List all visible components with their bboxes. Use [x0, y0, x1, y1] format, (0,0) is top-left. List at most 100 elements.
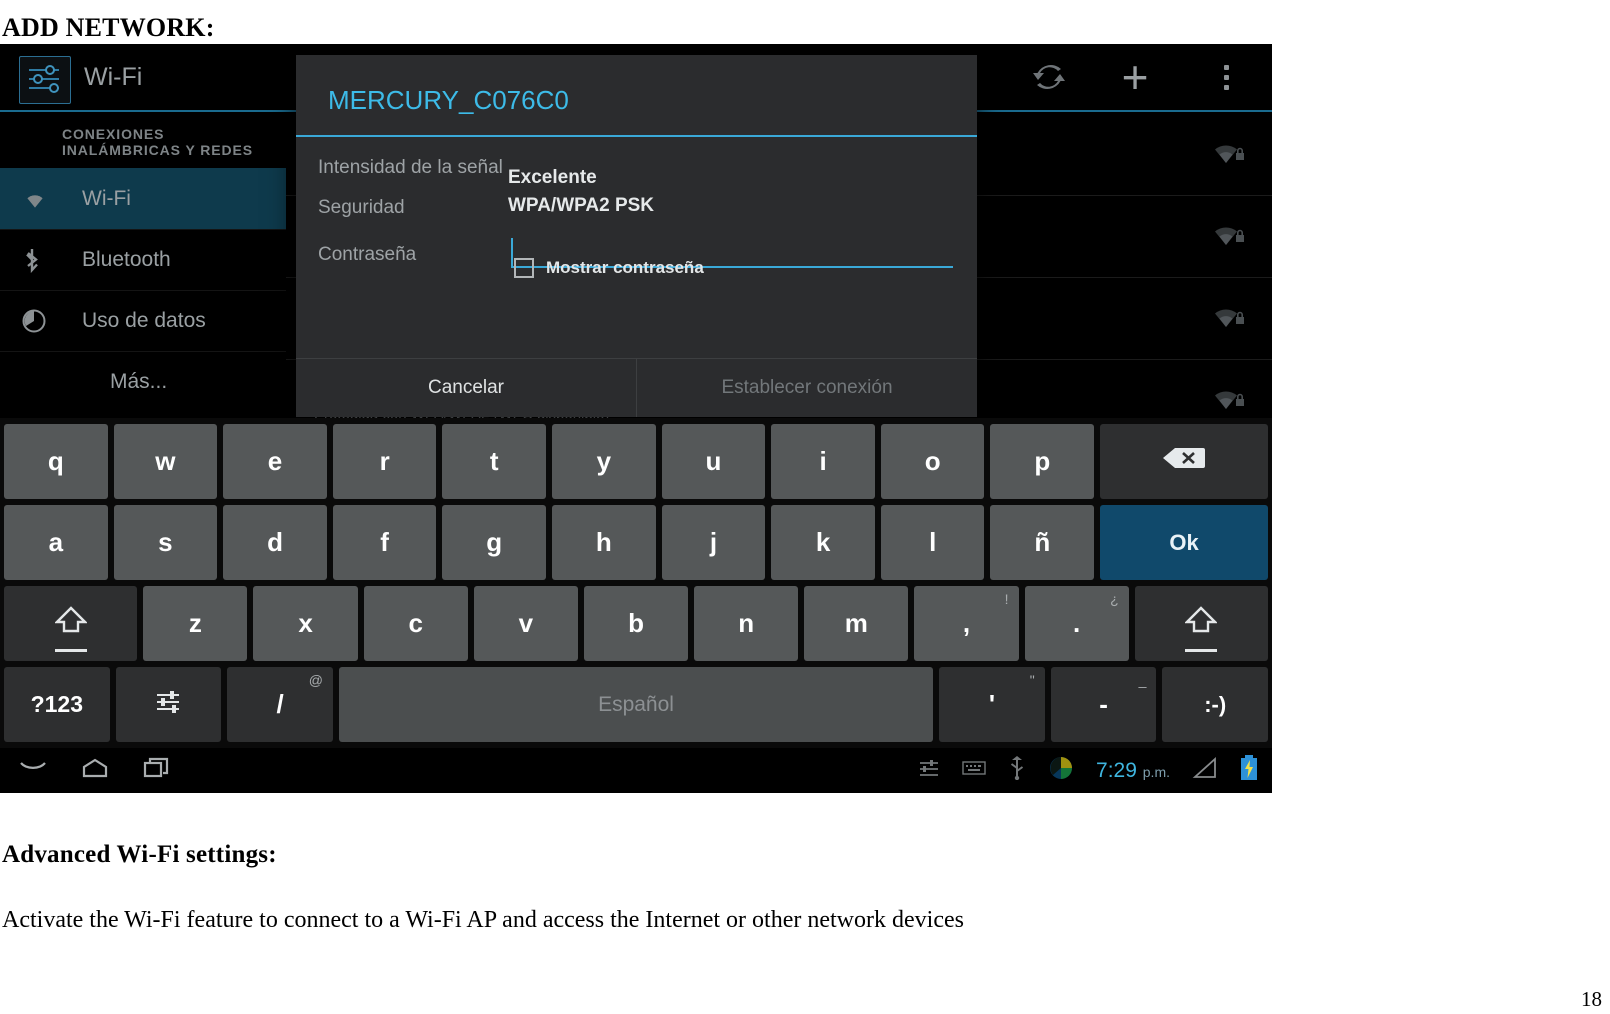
key-label: - — [1099, 689, 1108, 719]
wifi-lock-icon — [1212, 386, 1246, 417]
key-e[interactable]: e — [223, 424, 327, 499]
sidebar-item-label: Uso de datos — [82, 309, 206, 332]
clock-time: 7:29 — [1096, 758, 1137, 782]
key-f[interactable]: f — [332, 505, 437, 580]
system-navigation-bar: 7:29 p.m. — [0, 748, 1272, 793]
page-number: 18 — [1581, 987, 1602, 1011]
connect-button[interactable]: Establecer conexión — [636, 359, 977, 417]
recents-icon[interactable] — [142, 756, 172, 785]
show-password-label: Mostrar contraseña — [546, 258, 704, 277]
key-o[interactable]: o — [880, 424, 985, 499]
backspace-icon — [1161, 445, 1207, 478]
signal-strength-label: Intensidad de la señal — [318, 157, 503, 178]
key-l[interactable]: l — [880, 505, 985, 580]
keyboard-row: q w e r t y u i o p — [4, 424, 1268, 499]
key-p[interactable]: p — [990, 424, 1095, 499]
hyphen-key[interactable]: _ - — [1050, 667, 1157, 742]
key-k[interactable]: k — [771, 505, 875, 580]
key-hint: @ — [308, 672, 323, 688]
key-y[interactable]: y — [552, 424, 656, 499]
keyboard-row: a s d f g h j k l ñ Ok — [4, 505, 1268, 580]
dialog-body: Intensidad de la señal Excelente Segurid… — [296, 137, 977, 341]
scan-refresh-icon[interactable] — [1016, 44, 1082, 110]
ok-key[interactable]: Ok — [1100, 505, 1268, 580]
emoji-key[interactable]: :-) — [1162, 667, 1269, 742]
body-paragraph: Activate the Wi-Fi feature to connect to… — [2, 907, 964, 933]
key-d[interactable]: d — [223, 505, 327, 580]
overflow-menu-button[interactable] — [1202, 44, 1250, 110]
key-period[interactable]: ¿ . — [1024, 586, 1129, 661]
add-network-button[interactable]: + — [1102, 44, 1168, 110]
backspace-key[interactable] — [1100, 424, 1268, 499]
keyboard-row: ?123 @ / Español " ' _ -:-) — [4, 667, 1269, 742]
home-icon[interactable] — [80, 757, 110, 784]
key-comma[interactable]: ! , — [914, 586, 1019, 661]
key-r[interactable]: r — [332, 424, 437, 499]
status-icons: 7:29 p.m. — [918, 755, 1272, 786]
key-u[interactable]: u — [661, 424, 766, 499]
key-a[interactable]: a — [4, 505, 108, 580]
symbols-key[interactable]: ?123 — [4, 667, 110, 742]
key-z[interactable]: z — [143, 586, 248, 661]
space-key[interactable]: Español — [338, 667, 934, 742]
key-i[interactable]: i — [771, 424, 875, 499]
key-x[interactable]: x — [253, 586, 358, 661]
security-field: Seguridad WPA/WPA2 PSK — [296, 195, 977, 220]
keyboard-icon[interactable] — [962, 760, 986, 781]
security-value: WPA/WPA2 PSK — [508, 195, 655, 216]
section-title-advanced-wifi: Advanced Wi-Fi settings: — [2, 840, 277, 868]
settings-sliders-icon — [19, 56, 71, 104]
key-enie[interactable]: ñ — [990, 505, 1095, 580]
key-h[interactable]: h — [552, 505, 656, 580]
plus-icon: + — [1121, 51, 1149, 103]
key-label: ' — [988, 689, 996, 719]
nav-buttons — [0, 756, 172, 785]
shift-lock-indicator — [54, 649, 87, 652]
bluetooth-icon — [22, 247, 64, 273]
settings-icon[interactable] — [918, 757, 940, 784]
key-j[interactable]: j — [661, 505, 766, 580]
keyboard-settings-key[interactable] — [115, 667, 222, 742]
password-label: Contraseña — [318, 244, 417, 265]
sidebar-item-wifi[interactable]: Wi-Fi — [0, 168, 286, 229]
key-q[interactable]: q — [4, 424, 108, 499]
usb-icon[interactable] — [1008, 756, 1026, 785]
key-n[interactable]: n — [694, 586, 799, 661]
signal-strength-value: Excelente — [508, 167, 597, 188]
apostrophe-key[interactable]: " ' — [939, 667, 1045, 742]
show-password-row[interactable]: Mostrar contraseña — [514, 258, 704, 278]
key-b[interactable]: b — [583, 586, 689, 661]
sidebar-item-data-usage[interactable]: Uso de datos — [0, 290, 286, 351]
key-m[interactable]: m — [804, 586, 909, 661]
key-w[interactable]: w — [113, 424, 218, 499]
cancel-button[interactable]: Cancelar — [296, 359, 636, 417]
sidebar-item-bluetooth[interactable]: Bluetooth — [0, 229, 286, 290]
page-title: Wi-Fi — [84, 63, 143, 91]
sidebar-item-more[interactable]: Más... — [0, 351, 286, 412]
show-password-checkbox[interactable] — [514, 258, 534, 278]
key-t[interactable]: t — [442, 424, 547, 499]
sidebar-item-label: Wi-Fi — [82, 187, 131, 210]
clock-ampm: p.m. — [1142, 763, 1170, 780]
status-clock: 7:29 p.m. — [1096, 759, 1170, 783]
battery-charging-icon — [1240, 755, 1258, 786]
dialog-title: MERCURY_C076C0 — [328, 85, 569, 115]
wifi-connect-dialog: MERCURY_C076C0 Intensidad de la señal Ex… — [296, 55, 977, 417]
key-g[interactable]: g — [442, 505, 547, 580]
wifi-icon — [22, 189, 64, 209]
shift-icon — [1184, 605, 1219, 642]
page-title-add-network: ADD NETWORK: — [2, 13, 215, 43]
key-s[interactable]: s — [113, 505, 218, 580]
dialog-button-bar: Cancelar Establecer conexión — [296, 358, 977, 417]
key-label: . — [1073, 608, 1081, 638]
shift-key-left[interactable] — [4, 586, 138, 661]
shift-lock-indicator — [1185, 649, 1218, 652]
key-v[interactable]: v — [473, 586, 578, 661]
back-icon[interactable] — [18, 758, 48, 783]
key-c[interactable]: c — [363, 586, 468, 661]
overflow-menu-icon — [1223, 64, 1229, 90]
shift-key-right[interactable] — [1134, 586, 1269, 661]
key-hint: _ — [1138, 672, 1147, 688]
slash-key[interactable]: @ / — [227, 667, 333, 742]
app-icon[interactable] — [1048, 755, 1074, 786]
